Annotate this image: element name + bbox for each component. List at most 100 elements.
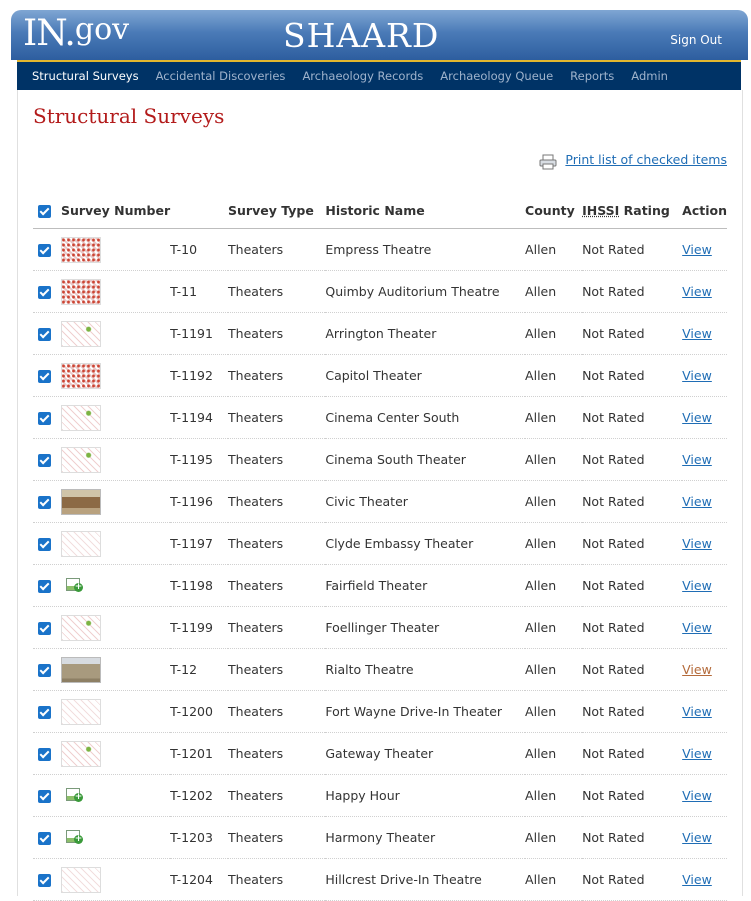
- thumbnail-cell: [60, 606, 171, 649]
- table-row: T-1191 Theaters Arrington Theater Allen Not …: [33, 312, 727, 355]
- survey-number: T-1199: [170, 606, 229, 649]
- header-county[interactable]: County: [525, 193, 583, 229]
- survey-thumbnail[interactable]: [60, 866, 101, 893]
- view-link[interactable]: View: [682, 410, 712, 425]
- view-link[interactable]: View: [682, 662, 712, 677]
- row-checkbox-cell: [33, 270, 61, 313]
- nav-item-archaeology-queue[interactable]: Archaeology Queue: [440, 69, 553, 83]
- row-checkbox[interactable]: [38, 412, 51, 425]
- historic-name: Harmony Theater: [325, 816, 526, 859]
- printer-icon[interactable]: [539, 154, 557, 170]
- county: Allen: [525, 690, 583, 733]
- row-checkbox[interactable]: [38, 496, 51, 509]
- historic-name: Cinema Center South: [325, 396, 526, 439]
- select-all-checkbox[interactable]: [38, 205, 51, 218]
- view-link[interactable]: View: [682, 368, 712, 383]
- view-link[interactable]: View: [682, 704, 712, 719]
- row-checkbox[interactable]: [38, 328, 51, 341]
- survey-thumbnail[interactable]: [60, 404, 101, 431]
- thumbnail-cell: [60, 774, 171, 817]
- view-link[interactable]: View: [682, 872, 712, 887]
- view-link[interactable]: View: [682, 578, 712, 593]
- nav-item-structural-surveys[interactable]: Structural Surveys: [32, 69, 139, 83]
- ihssi-rating: Not Rated: [582, 438, 683, 481]
- view-link[interactable]: View: [682, 284, 712, 299]
- survey-thumbnail[interactable]: [60, 656, 101, 683]
- row-checkbox[interactable]: [38, 664, 51, 677]
- row-checkbox[interactable]: [38, 370, 51, 383]
- row-checkbox[interactable]: [38, 580, 51, 593]
- survey-type: Theaters: [228, 690, 326, 733]
- view-link[interactable]: View: [682, 326, 712, 341]
- survey-number: T-12: [170, 648, 229, 691]
- county: Allen: [525, 816, 583, 859]
- view-link[interactable]: View: [682, 788, 712, 803]
- row-checkbox[interactable]: [38, 244, 51, 257]
- historic-name: Happy Hour: [325, 774, 526, 817]
- survey-thumbnail[interactable]: [60, 488, 101, 515]
- thumbnail-cell: [60, 396, 171, 439]
- historic-name: Cinema South Theater: [325, 438, 526, 481]
- header-rating[interactable]: IHSSI Rating: [582, 193, 683, 229]
- survey-thumbnail[interactable]: [60, 740, 101, 767]
- table-row: T-1197 Theaters Clyde Embassy Theater Allen…: [33, 522, 727, 565]
- view-link[interactable]: View: [682, 452, 712, 467]
- ingov-logo[interactable]: IN.gov: [23, 12, 129, 54]
- survey-thumbnail[interactable]: [60, 236, 101, 263]
- view-link[interactable]: View: [682, 830, 712, 845]
- action-cell: View: [682, 438, 727, 481]
- action-cell: View: [682, 354, 727, 397]
- add-image-icon[interactable]: [61, 783, 101, 809]
- nav-item-accidental-discoveries[interactable]: Accidental Discoveries: [156, 69, 286, 83]
- nav-item-archaeology-records[interactable]: Archaeology Records: [302, 69, 423, 83]
- row-checkbox[interactable]: [38, 286, 51, 299]
- action-cell: View: [682, 816, 727, 859]
- row-checkbox[interactable]: [38, 790, 51, 803]
- survey-thumbnail[interactable]: [60, 530, 101, 557]
- sign-out-link[interactable]: Sign Out: [670, 33, 722, 47]
- header-action: Action: [682, 193, 727, 229]
- county: Allen: [525, 228, 583, 271]
- print-checked-link[interactable]: Print list of checked items: [565, 152, 727, 167]
- nav-item-admin[interactable]: Admin: [631, 69, 668, 83]
- header-historic-name[interactable]: Historic Name: [325, 193, 526, 229]
- survey-type: Theaters: [228, 312, 326, 355]
- row-checkbox[interactable]: [38, 454, 51, 467]
- table-row: T-11 Theaters Quimby Auditorium Theatre All…: [33, 270, 727, 313]
- survey-number: T-1198: [170, 564, 229, 607]
- row-checkbox[interactable]: [38, 706, 51, 719]
- view-link[interactable]: View: [682, 620, 712, 635]
- action-cell: View: [682, 858, 727, 901]
- row-checkbox[interactable]: [38, 748, 51, 761]
- view-link[interactable]: View: [682, 242, 712, 257]
- add-image-icon[interactable]: [61, 825, 101, 851]
- add-image-icon[interactable]: [61, 573, 101, 599]
- ihssi-rating: Not Rated: [582, 396, 683, 439]
- thumbnail-cell: [60, 732, 171, 775]
- action-cell: View: [682, 522, 727, 565]
- header-survey-number[interactable]: Survey Number: [60, 193, 171, 229]
- row-checkbox[interactable]: [38, 622, 51, 635]
- survey-thumbnail[interactable]: [60, 446, 101, 473]
- header-survey-type[interactable]: Survey Type: [228, 193, 326, 229]
- survey-number: T-1196: [170, 480, 229, 523]
- view-link[interactable]: View: [682, 536, 712, 551]
- row-checkbox[interactable]: [38, 832, 51, 845]
- view-link[interactable]: View: [682, 494, 712, 509]
- survey-thumbnail[interactable]: [60, 362, 101, 389]
- table-row: T-1203TheatersHarmony TheaterAllenNot Ra…: [33, 816, 727, 859]
- row-checkbox[interactable]: [38, 538, 51, 551]
- thumbnail-cell: [60, 312, 171, 355]
- view-link[interactable]: View: [682, 746, 712, 761]
- row-checkbox-cell: [33, 522, 61, 565]
- survey-thumbnail[interactable]: [60, 320, 101, 347]
- nav-item-reports[interactable]: Reports: [570, 69, 614, 83]
- survey-thumbnail[interactable]: [60, 698, 101, 725]
- row-checkbox[interactable]: [38, 874, 51, 887]
- survey-thumbnail[interactable]: [60, 614, 101, 641]
- action-cell: View: [682, 270, 727, 313]
- app-title: SHAARD: [283, 16, 440, 55]
- survey-thumbnail[interactable]: [60, 278, 101, 305]
- survey-type: Theaters: [228, 480, 326, 523]
- survey-type: Theaters: [228, 228, 326, 271]
